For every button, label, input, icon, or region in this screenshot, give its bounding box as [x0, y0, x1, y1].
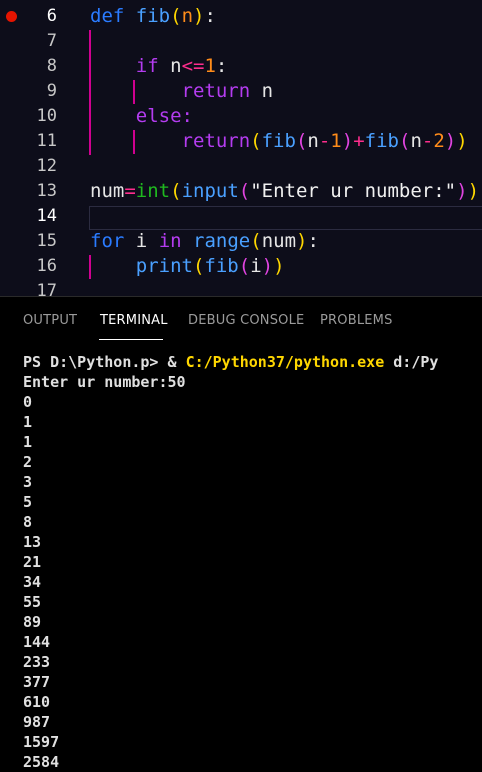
- line-number: 13: [36, 181, 57, 201]
- code-text: print(fib(i)): [135, 255, 285, 277]
- code-text: for i in range(num):: [90, 230, 319, 252]
- code-line-8[interactable]: 8 if n<=1:: [0, 54, 482, 79]
- output-line: 610: [23, 693, 51, 711]
- output-line: 1: [23, 433, 33, 451]
- output-line: 233: [23, 653, 51, 671]
- active-tab-indicator: [99, 339, 163, 340]
- line-number: 17: [36, 281, 57, 296]
- output-line: 2584: [23, 753, 60, 771]
- code-text: return(fib(n-1)+fib(n-2)): [181, 130, 468, 152]
- line-number: 12: [36, 156, 57, 176]
- code-line-7[interactable]: 7: [0, 29, 482, 54]
- line-number: 10: [36, 106, 57, 126]
- line-number: 8: [46, 56, 57, 76]
- code-text: else:: [135, 105, 193, 127]
- code-line-13[interactable]: 13 num=int(input("Enter ur number:")): [0, 179, 482, 204]
- output-line: 144: [23, 633, 51, 651]
- tab-terminal[interactable]: TERMINAL: [100, 313, 168, 328]
- code-text: return n: [181, 80, 274, 102]
- indent-guide: [89, 255, 91, 279]
- output-line: 21: [23, 553, 42, 571]
- input-line: Enter ur number:50: [23, 373, 186, 391]
- code-line-10[interactable]: 10 else:: [0, 104, 482, 129]
- code-line-16[interactable]: 16 print(fib(i)): [0, 254, 482, 279]
- panel-tab-bar: OUTPUT TERMINAL DEBUG CONSOLE PROBLEMS: [0, 296, 482, 343]
- code-editor[interactable]: 6 def fib(n): 7 8 if n<=1: 9 return n 10…: [0, 0, 482, 296]
- line-number: 16: [36, 256, 57, 276]
- command-line: PS D:\Python.p> & C:/Python37/python.exe…: [23, 353, 439, 371]
- output-line: 3: [23, 473, 33, 491]
- code-line-14[interactable]: 14: [0, 204, 482, 229]
- terminal-output[interactable]: PS D:\Python.p> & C:/Python37/python.exe…: [0, 342, 482, 772]
- output-line: 5: [23, 493, 33, 511]
- output-line: 0: [23, 393, 33, 411]
- code-line-15[interactable]: 15 for i in range(num):: [0, 229, 482, 254]
- line-number: 14: [36, 206, 57, 226]
- code-text: num=int(input("Enter ur number:")): [90, 180, 480, 202]
- code-text: if n<=1:: [135, 55, 228, 77]
- output-line: 987: [23, 713, 51, 731]
- code-line-12[interactable]: 12: [0, 154, 482, 179]
- output-line: 1597: [23, 733, 60, 751]
- tab-output[interactable]: OUTPUT: [23, 313, 77, 328]
- line-number: 11: [36, 131, 57, 151]
- indent-guide: [133, 130, 135, 154]
- output-line: 34: [23, 573, 42, 591]
- line-number: 7: [46, 31, 57, 51]
- output-line: 2: [23, 453, 33, 471]
- code-line-11[interactable]: 11 return(fib(n-1)+fib(n-2)): [0, 129, 482, 154]
- code-line-17[interactable]: 17: [0, 279, 482, 296]
- tab-debug-console[interactable]: DEBUG CONSOLE: [188, 313, 304, 328]
- line-number: 9: [46, 81, 57, 101]
- output-line: 55: [23, 593, 42, 611]
- output-line: 89: [23, 613, 42, 631]
- indent-guide: [89, 30, 91, 155]
- output-line: 1: [23, 413, 33, 431]
- output-line: 13: [23, 533, 42, 551]
- line-number: 15: [36, 231, 57, 251]
- tab-problems[interactable]: PROBLEMS: [320, 313, 393, 328]
- indent-guide: [133, 80, 135, 104]
- output-line: 377: [23, 673, 51, 691]
- line-number: 6: [46, 6, 57, 26]
- output-line: 8: [23, 513, 33, 531]
- code-line-6[interactable]: 6 def fib(n):: [0, 4, 482, 29]
- code-line-9[interactable]: 9 return n: [0, 79, 482, 104]
- code-text: def fib(n):: [90, 5, 216, 27]
